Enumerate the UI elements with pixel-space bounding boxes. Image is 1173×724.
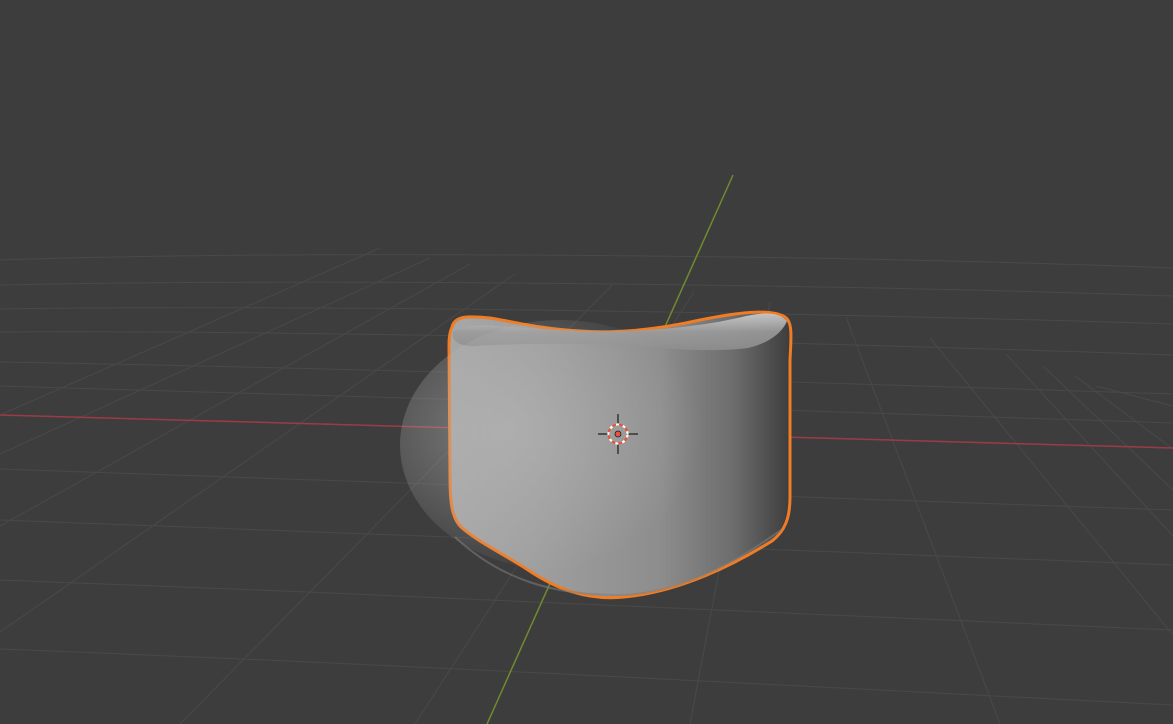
3d-viewport[interactable] xyxy=(0,0,1173,724)
origin-marker xyxy=(614,430,622,438)
viewport-canvas[interactable] xyxy=(0,0,1173,724)
mesh-front-glow xyxy=(400,320,720,570)
